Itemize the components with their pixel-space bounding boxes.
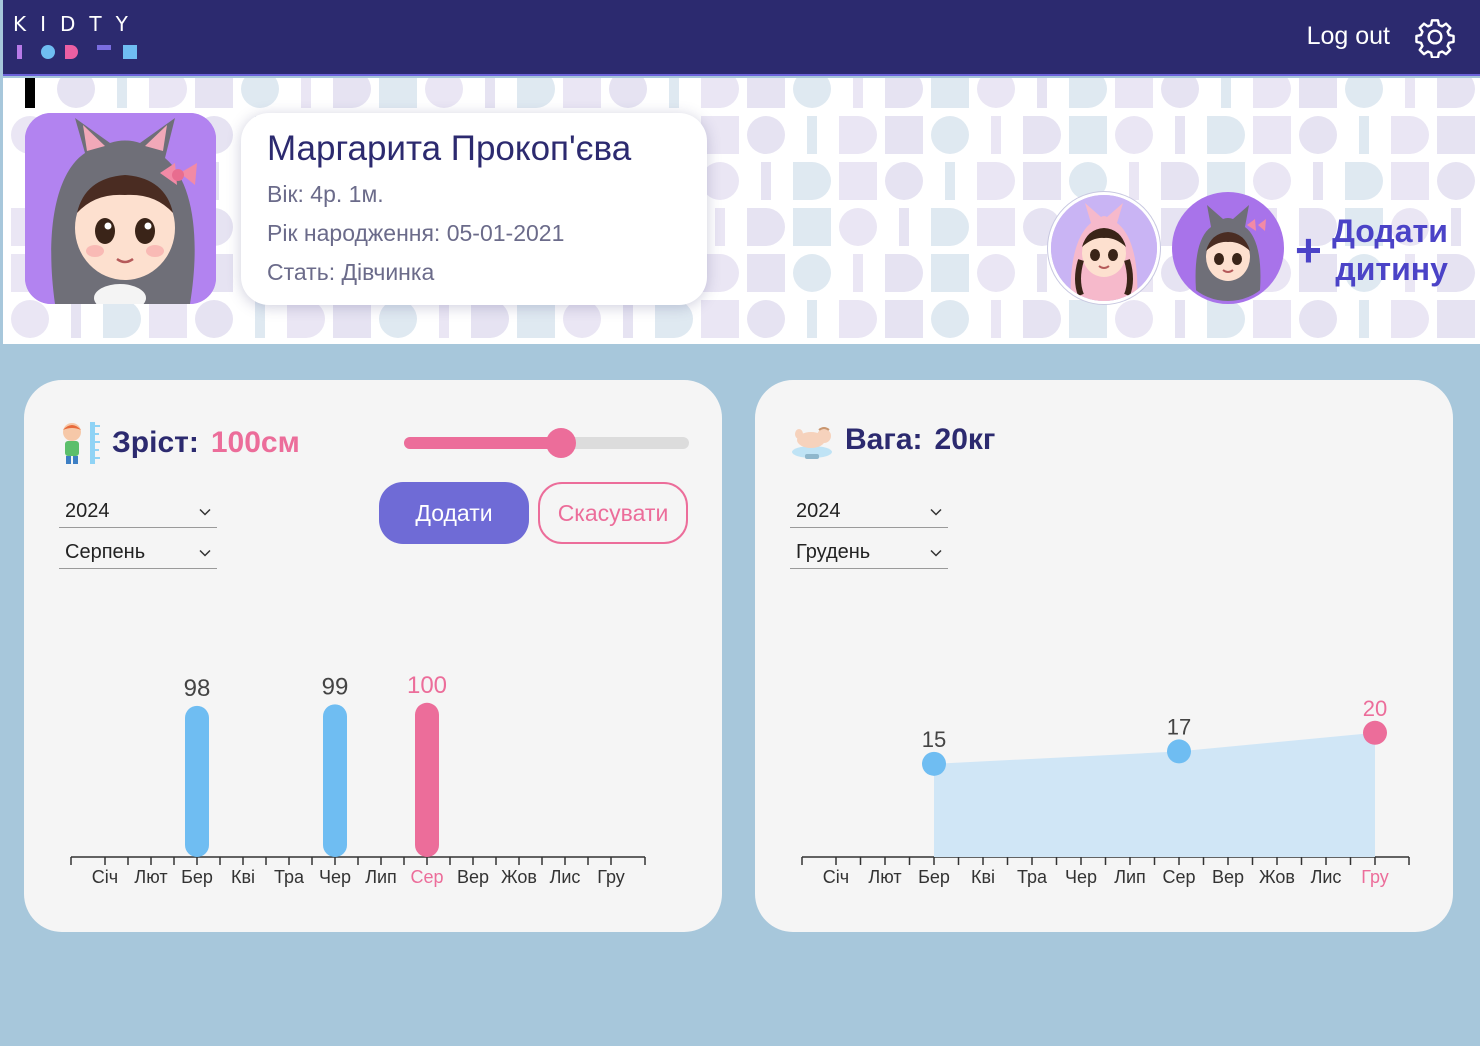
logo-text: KIDTY	[13, 12, 142, 36]
child-info-card: Маргарита Прокоп'єва Вік: 4р. 1м. Рік на…	[241, 113, 707, 305]
plus-icon: +	[1295, 224, 1322, 276]
weight-point	[922, 751, 946, 776]
child-switch-avatar-2[interactable]	[1172, 192, 1284, 304]
x-tick-label: Лис	[550, 867, 581, 887]
x-tick-label: Січ	[823, 867, 849, 887]
point-value-label: 17	[1167, 714, 1191, 739]
x-tick-label: Тра	[274, 867, 305, 887]
point-value-label: 15	[922, 727, 946, 752]
x-tick-label: Лют	[134, 867, 167, 887]
gear-icon[interactable]	[1414, 16, 1456, 58]
x-tick-label: Гру	[1361, 867, 1389, 887]
height-bar	[185, 705, 209, 857]
x-tick-label: Лис	[1311, 867, 1342, 887]
add-height-button[interactable]: Додати	[379, 482, 529, 544]
chevron-down-icon	[199, 549, 211, 557]
x-tick-label: Січ	[92, 867, 118, 887]
logout-button[interactable]: Log out	[1307, 22, 1390, 51]
weight-month-select[interactable]: Грудень	[790, 535, 948, 569]
bar-value-label: 99	[322, 673, 349, 700]
weight-area-chart: Січ Лют Бер Кві Тра Чер Лип Сер Вер Жов Лис Гру 15 17…	[801, 696, 1410, 887]
baby-scale-icon	[792, 427, 832, 459]
child-age: Вік: 4р. 1м.	[267, 181, 384, 207]
add-child-label-line2: дитину	[1335, 251, 1448, 287]
height-bar	[323, 704, 347, 857]
height-ruler-icon	[63, 422, 100, 464]
x-tick-label: Кві	[231, 867, 255, 887]
bar-value-label: 100	[407, 672, 447, 699]
height-bar	[415, 702, 439, 857]
add-child-label: Додати дитину	[1330, 212, 1448, 288]
x-tick-label: Жов	[1259, 867, 1295, 887]
cancel-height-button[interactable]: Скасувати	[538, 482, 688, 544]
height-slider[interactable]	[404, 428, 689, 458]
chevron-down-icon	[930, 549, 942, 557]
weight-month-value: Грудень	[796, 541, 871, 563]
weight-value: 20кг	[934, 423, 996, 456]
weight-title: Вага:	[845, 423, 923, 456]
height-year-value: 2024	[65, 500, 110, 522]
child-avatar	[25, 113, 216, 304]
x-tick-label: Сер	[410, 867, 443, 887]
add-child-button[interactable]: + Додати дитину	[1295, 212, 1448, 288]
weight-point	[1363, 720, 1387, 745]
bunny-girl-avatar-icon	[1051, 195, 1157, 301]
height-bar-chart: Січ Лют Бер Кві Тра Чер Лип Сер Вер Жов Лис Гру 98 99…	[70, 672, 646, 887]
weight-year-select[interactable]: 2024	[790, 494, 948, 528]
height-month-value: Серпень	[65, 541, 146, 563]
kitten-girl-avatar-icon	[25, 113, 216, 304]
x-tick-label: Жов	[501, 867, 537, 887]
x-tick-label: Гру	[597, 867, 625, 887]
weight-header: Вага: 20кг	[789, 420, 995, 460]
chevron-down-icon	[930, 508, 942, 516]
height-card: Зріст: 100см 2024 Серпень Додати Скасува…	[24, 380, 722, 932]
x-tick-label: Кві	[971, 867, 995, 887]
x-tick-label: Лип	[1114, 867, 1146, 887]
height-title: Зріст:	[112, 426, 199, 459]
weight-year-value: 2024	[796, 500, 841, 522]
slider-fill	[404, 437, 561, 449]
logo-shapes-icon	[17, 45, 137, 59]
x-tick-label: Сер	[1162, 867, 1195, 887]
x-tick-label: Бер	[918, 867, 950, 887]
height-month-select[interactable]: Серпень	[59, 535, 217, 569]
logo[interactable]: KIDTY	[13, 12, 142, 59]
child-birth-date: Рік народження: 05-01-2021	[267, 220, 565, 246]
slider-thumb[interactable]	[545, 428, 576, 458]
x-tick-label: Тра	[1017, 867, 1048, 887]
child-name: Маргарита Прокоп'єва	[267, 129, 632, 168]
chevron-down-icon	[199, 508, 211, 516]
add-child-label-line1: Додати	[1332, 213, 1448, 249]
point-value-label: 20	[1363, 696, 1387, 721]
bar-value-label: 98	[184, 675, 211, 702]
top-bar: KIDTY Log out	[3, 0, 1480, 76]
weight-area	[934, 732, 1375, 857]
x-tick-label: Лип	[365, 867, 397, 887]
height-value: 100см	[210, 426, 300, 459]
weight-point	[1167, 739, 1191, 764]
x-tick-label: Чер	[319, 867, 351, 887]
x-tick-label: Вер	[1212, 867, 1244, 887]
profile-banner: Маргарита Прокоп'єва Вік: 4р. 1м. Рік на…	[3, 78, 1480, 344]
child-gender: Стать: Дівчинка	[267, 259, 435, 285]
x-tick-label: Вер	[457, 867, 489, 887]
x-tick-label: Чер	[1065, 867, 1097, 887]
weight-card: Вага: 20кг 2024 Грудень Січ Лют Бер Кві Тра Ч…	[755, 380, 1453, 932]
kitten-girl-avatar-small-icon	[1175, 195, 1281, 301]
x-tick-label: Бер	[181, 867, 213, 887]
height-year-select[interactable]: 2024	[59, 494, 217, 528]
height-header: Зріст: 100см	[58, 420, 300, 466]
child-switch-avatar-1[interactable]	[1048, 192, 1160, 304]
x-tick-label: Лют	[868, 867, 901, 887]
